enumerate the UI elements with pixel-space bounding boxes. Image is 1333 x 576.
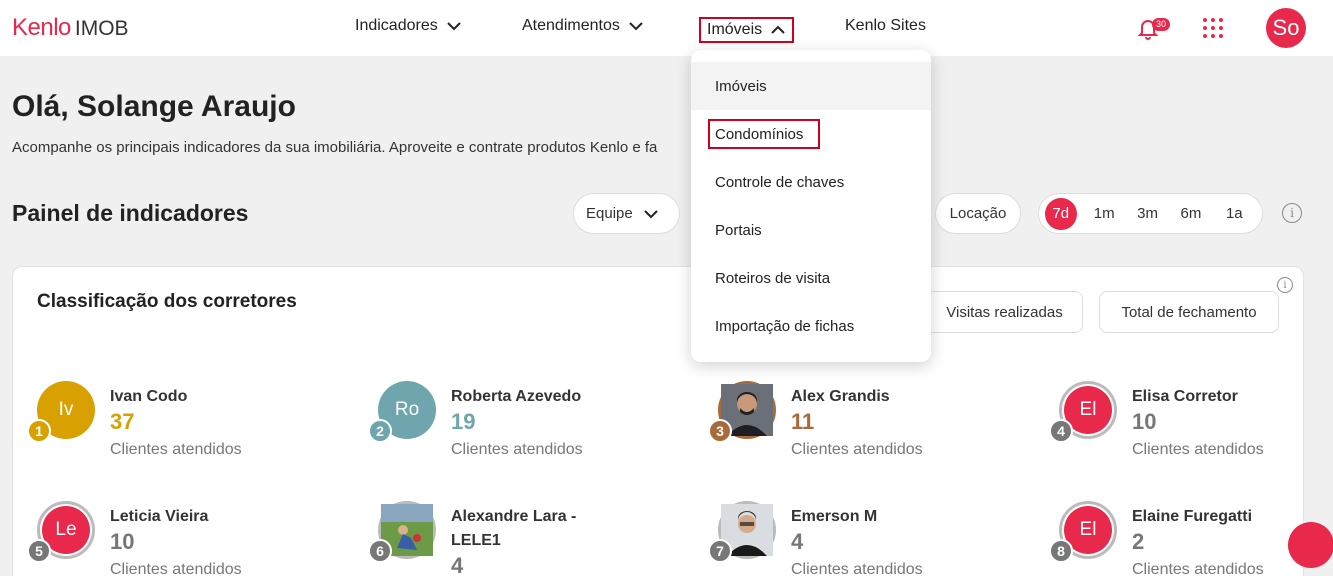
menu-item-roteiros-visita[interactable]: Roteiros de visita	[691, 254, 931, 302]
chevron-down-icon	[447, 22, 461, 31]
broker-name: Emerson M	[791, 508, 878, 525]
nav-imoveis-label: Imóveis	[707, 21, 763, 38]
broker-label: Clientes atendidos	[451, 441, 583, 458]
total-fechamento-button[interactable]: Total de fechamento	[1099, 291, 1279, 333]
rank-badge: 6	[368, 539, 392, 563]
menu-item-portais[interactable]: Portais	[691, 206, 931, 254]
greeting-title: Olá, Solange Araujo	[12, 90, 296, 123]
menu-item-controle-chaves[interactable]: Controle de chaves	[691, 158, 931, 206]
period-3m[interactable]: 3m	[1126, 199, 1169, 229]
broker-count: 10	[1132, 409, 1157, 434]
broker-item[interactable]: 7 Emerson M 4 Clientes atendidos	[708, 501, 1038, 576]
nav-indicadores-label: Indicadores	[355, 17, 438, 34]
period-1m[interactable]: 1m	[1083, 199, 1126, 229]
panel-title: Painel de indicadores	[12, 200, 249, 226]
chevron-down-icon	[629, 22, 643, 31]
menu-item-imoveis[interactable]: Imóveis	[691, 62, 931, 110]
greeting-subtitle: Acompanhe os principais indicadores da s…	[12, 139, 658, 156]
broker-item[interactable]: Ro 2 Roberta Azevedo 19 Clientes atendid…	[368, 381, 698, 471]
broker-count: 19	[451, 409, 476, 434]
broker-count: 37	[110, 409, 135, 434]
rank-badge: 3	[708, 419, 732, 443]
period-7d[interactable]: 7d	[1045, 197, 1077, 230]
broker-item[interactable]: Iv 1 Ivan Codo 37 Clientes atendidos	[27, 381, 357, 471]
locacao-filter-label: Locação	[949, 205, 1007, 222]
broker-name: Leticia Vieira	[110, 508, 209, 525]
notification-count-badge: 30	[1152, 18, 1171, 31]
broker-label: Clientes atendidos	[791, 561, 923, 576]
nav-kenlo-sites-label: Kenlo Sites	[845, 17, 926, 34]
visitas-realizadas-button[interactable]: Visitas realizadas	[926, 291, 1083, 333]
menu-item-importacao-fichas[interactable]: Importação de fichas	[691, 302, 931, 350]
broker-count: 2	[1132, 529, 1145, 554]
info-icon[interactable]: i	[1282, 203, 1302, 223]
nav-indicadores[interactable]: Indicadores	[355, 17, 462, 35]
equipe-filter-dropdown[interactable]: Equipe	[573, 193, 680, 234]
rank-badge: 1	[27, 419, 51, 443]
broker-count: 10	[110, 529, 135, 554]
nav-atendimentos[interactable]: Atendimentos	[522, 17, 644, 35]
broker-name: Elaine Furegatti	[1132, 508, 1253, 525]
broker-name: Roberta Azevedo	[451, 388, 582, 405]
broker-item[interactable]: Le 5 Leticia Vieira 10 Clientes atendido…	[27, 501, 357, 576]
broker-item[interactable]: El 4 Elisa Corretor 10 Clientes atendido…	[1049, 381, 1333, 471]
broker-name: Ivan Codo	[110, 388, 188, 405]
logo-kenlo-text: Kenlo	[12, 14, 71, 41]
broker-label: Clientes atendidos	[791, 441, 923, 458]
top-navbar	[0, 0, 1333, 56]
broker-name: Alex Grandis	[791, 388, 890, 405]
nav-imoveis[interactable]: Imóveis	[699, 17, 795, 43]
broker-count: 11	[791, 409, 815, 434]
broker-item[interactable]: 6 Alexandre Lara - LELE1 4	[368, 501, 698, 576]
broker-name: Elisa Corretor	[1132, 388, 1238, 405]
card-title: Classificação dos corretores	[37, 291, 297, 312]
selection-highlight-box	[708, 119, 820, 149]
logo-imob-text: IMOB	[74, 17, 129, 40]
equipe-filter-label: Equipe	[586, 205, 633, 222]
chevron-down-icon	[644, 209, 658, 218]
broker-count: 4	[791, 529, 804, 554]
broker-label: Clientes atendidos	[110, 561, 242, 576]
apps-grid-icon[interactable]	[1203, 18, 1223, 38]
period-selector: 7d 1m 3m 6m 1a	[1038, 193, 1263, 234]
user-avatar[interactable]: So	[1266, 8, 1306, 48]
nav-atendimentos-label: Atendimentos	[522, 17, 620, 34]
rank-badge: 7	[708, 539, 732, 563]
rank-badge: 4	[1049, 419, 1073, 443]
period-1a[interactable]: 1a	[1213, 199, 1256, 229]
locacao-filter-button[interactable]: Locação	[935, 193, 1021, 234]
rank-badge: 8	[1049, 539, 1073, 563]
broker-label: Clientes atendidos	[110, 441, 242, 458]
kenlo-imob-logo[interactable]: Kenlo IMOB	[12, 14, 129, 42]
broker-count: 4	[451, 553, 464, 576]
info-icon[interactable]: i	[1277, 277, 1293, 293]
broker-label: Clientes atendidos	[1132, 441, 1264, 458]
broker-item[interactable]: 3 Alex Grandis 11 Clientes atendidos	[708, 381, 1038, 471]
broker-label: Clientes atendidos	[1132, 561, 1264, 576]
chat-support-icon[interactable]	[1288, 522, 1333, 568]
chevron-up-icon	[771, 25, 785, 34]
period-6m[interactable]: 6m	[1169, 199, 1212, 229]
nav-kenlo-sites[interactable]: Kenlo Sites	[845, 17, 926, 35]
imoveis-dropdown-menu: Imóveis Condomínios Controle de chaves P…	[691, 50, 931, 362]
broker-name: Alexandre Lara - LELE1	[451, 508, 577, 549]
rank-badge: 5	[27, 539, 51, 563]
rank-badge: 2	[368, 419, 392, 443]
